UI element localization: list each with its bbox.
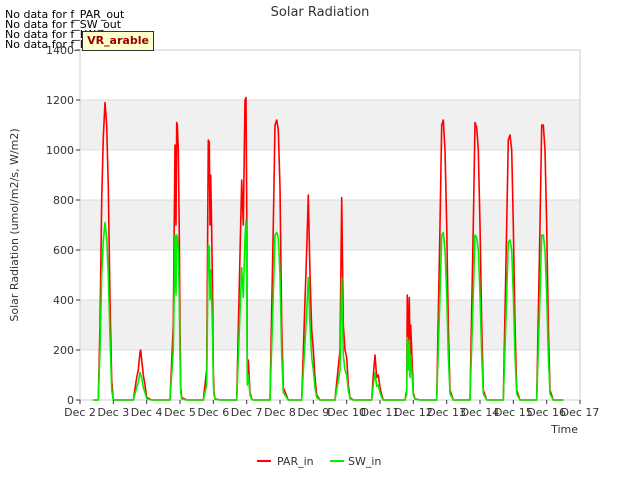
y-tick-label: 0 — [67, 394, 74, 407]
legend-label-sw-in: SW_in — [348, 455, 381, 468]
x-tick-label: Dec 2 — [64, 406, 96, 419]
x-tick-label: Dec 3 — [97, 406, 129, 419]
y-tick-label: 600 — [53, 244, 74, 257]
x-axis-label: Time — [550, 423, 578, 436]
y-tick-label: 800 — [53, 194, 74, 207]
site-badge: VR_arable — [82, 31, 154, 51]
x-tick-label: Dec 4 — [131, 406, 163, 419]
y-tick-label: 1000 — [46, 144, 74, 157]
x-tick-label: Dec 7 — [231, 406, 263, 419]
y-tick-label: 400 — [53, 294, 74, 307]
y-axis-label: Solar Radiation (umol/m2/s, W/m2) — [8, 128, 21, 321]
x-tick-label: Dec 9 — [297, 406, 329, 419]
y-tick-label: 1200 — [46, 94, 74, 107]
legend-label-par-in: PAR_in — [277, 455, 314, 468]
x-tick-label: Dec 6 — [197, 406, 229, 419]
x-tick-label: Dec 8 — [264, 406, 296, 419]
legend: PAR_in SW_in — [257, 455, 381, 468]
grid-band — [80, 200, 580, 250]
solar-radiation-chart: Dec 2 Dec 3 Dec 4 Dec 5 Dec 6 Dec 7 Dec 8 Dec 9… — [8, 5, 600, 468]
x-tick-label: Dec 5 — [164, 406, 196, 419]
x-tick-label: Dec 17 — [561, 406, 600, 419]
y-tick-label: 1400 — [46, 44, 74, 57]
chart-title: Solar Radiation — [271, 5, 370, 20]
grid-band — [80, 100, 580, 150]
y-tick-label: 200 — [53, 344, 74, 357]
